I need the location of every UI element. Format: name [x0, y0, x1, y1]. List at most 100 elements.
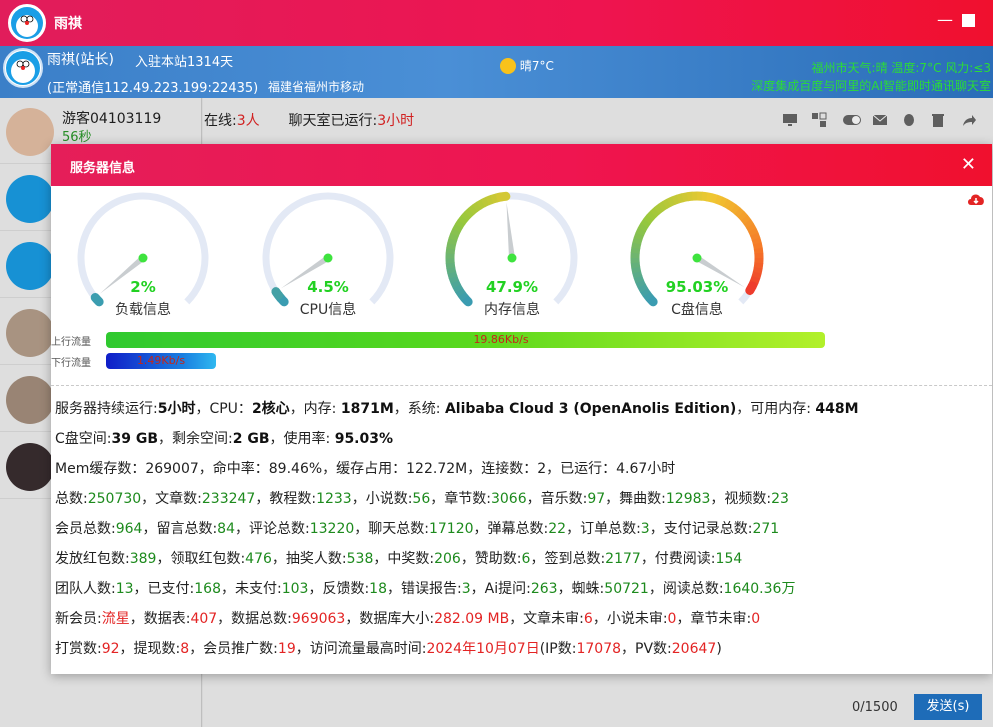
info-value: 3066 [490, 491, 527, 507]
location-text: 福建省福州市移动 [268, 80, 365, 94]
gauge-fill [476, 198, 486, 210]
info-value: ，文章数: [141, 491, 202, 507]
gauge-fill [643, 214, 654, 225]
info-value: 发放红包数: [55, 551, 130, 567]
download-bar: 1.49Kb/s [106, 353, 216, 369]
info-line-traffic: 打赏数:92，提现数:8，会员推广数:19，访问流量最高时间:2024年10月0… [55, 638, 722, 658]
info-value: ，领取红包数: [156, 551, 246, 567]
download-label: 下行流量 [51, 358, 91, 369]
gauge-fill [730, 204, 741, 215]
gauge-fill [701, 191, 709, 202]
info-value: 84 [217, 521, 235, 537]
gauge-fill [646, 210, 657, 221]
info-value: 17078 [576, 641, 622, 657]
maximize-icon[interactable] [962, 14, 975, 27]
gauge-fill [632, 236, 643, 245]
info-value: 流星 [101, 611, 130, 627]
info-value: 2核心 [251, 401, 290, 417]
info-value: ，赞助数: [460, 551, 522, 567]
info-value: ，小说未审: [592, 611, 668, 627]
gauge-fill [490, 193, 499, 204]
gauge-fill [454, 219, 466, 229]
info-value: 打赏数: [55, 641, 102, 657]
info-value: 56 [412, 491, 431, 507]
info-value: (IP数: [539, 641, 577, 657]
gauge-cpu-label: CPU信息 [299, 302, 357, 318]
info-value: 团队人数: [55, 581, 116, 597]
gauge-fill [460, 211, 472, 222]
info-value: ，付费阅读: [640, 551, 716, 567]
gauge-hub [323, 253, 333, 263]
gauge-fill [457, 214, 469, 225]
info-value: ，章节未审: [676, 611, 752, 627]
info-value: ，提现数: [119, 641, 181, 657]
info-value: ，抽奖人数: [271, 551, 347, 567]
gauge-fill [630, 261, 641, 269]
gauge-fill [653, 203, 664, 215]
info-text: ，系统: [393, 401, 445, 417]
upload-label: 上行流量 [51, 337, 91, 348]
info-value: 会员总数: [55, 521, 116, 537]
gauge-fill [734, 207, 745, 218]
info-value: 17120 [428, 521, 474, 537]
gauge-fill [752, 242, 763, 250]
gauge-fill [752, 267, 763, 275]
info-value: 103 [281, 581, 309, 597]
gauge-fill [737, 211, 749, 222]
info-value: 2024年10月07日 [426, 641, 540, 657]
gauge-fill [637, 222, 649, 232]
info-value: ，PV数: [621, 641, 672, 657]
info-value: ，留言总数: [142, 521, 218, 537]
info-value: 538 [346, 551, 374, 567]
gauge-fill [450, 227, 461, 237]
gauge-fill [740, 214, 752, 225]
info-text: 服务器持续运行: [55, 401, 158, 417]
gauge-load-label: 负载信息 [115, 302, 171, 318]
dialog-title: 服务器信息 [70, 161, 136, 176]
gauge-disk-label: C盘信息 [671, 302, 723, 318]
minimize-icon[interactable]: — [937, 10, 953, 29]
char-count: 0/1500 [852, 700, 898, 715]
gauge-fill [630, 246, 641, 254]
gauge-fill [714, 194, 724, 206]
close-icon[interactable]: ✕ [961, 154, 976, 175]
info-line-disk: C盘空间:39 GB，剩余空间:2 GB，使用率: 95.03% [55, 428, 393, 448]
gauge-fill [447, 237, 458, 246]
info-value: ，数据库大小: [345, 611, 435, 627]
info-line-database: 新会员:流星，数据表:407，数据总数:969063，数据库大小:282.09 … [55, 608, 760, 628]
upload-value: 19.86Kb/s [473, 333, 529, 346]
gauge-hub [138, 253, 148, 263]
info-line-content: 总数:250730，文章数:233247，教程数:1233，小说数:56，章节数… [55, 488, 789, 508]
title-bar [0, 0, 993, 46]
user-avatar[interactable] [3, 48, 43, 88]
gauge-hub [692, 253, 702, 263]
info-value: 总数: [55, 491, 88, 507]
info-value: ，阅读总数: [648, 581, 724, 597]
info-value: 3 [461, 581, 471, 597]
info-value: 271 [752, 521, 780, 537]
info-value: 97 [587, 491, 606, 507]
info-value: 6 [583, 611, 593, 627]
info-value: 19 [277, 641, 296, 657]
info-value: Alibaba Cloud 3 (OpenAnolis Edition) [444, 401, 737, 417]
gauge-fill [657, 200, 668, 212]
info-line-mem: Mem缓存数：269007，命中率：89.46%，缓存占用：122.72M，连接… [55, 461, 676, 477]
info-value: ，订单总数: [566, 521, 641, 537]
info-value: ，聊天总数: [354, 521, 429, 537]
send-button[interactable]: 发送(s) [914, 694, 982, 720]
gauge-fill [723, 198, 733, 210]
info-value: 233247 [201, 491, 256, 507]
info-value: 13 [115, 581, 134, 597]
info-value: 3 [640, 521, 650, 537]
gauge-fill [750, 232, 761, 241]
gauge-fill [496, 191, 511, 202]
user-name: 雨祺(站长) [47, 52, 114, 68]
info-value: ，教程数: [255, 491, 317, 507]
info-value: ，评论总数: [235, 521, 310, 537]
info-text: ，剩余空间: [158, 431, 233, 447]
info-value: 476 [245, 551, 272, 567]
sun-icon [500, 57, 516, 74]
app-avatar[interactable] [8, 4, 46, 42]
info-text: ，可用内存: [736, 401, 816, 417]
info-value: 92 [101, 641, 120, 657]
